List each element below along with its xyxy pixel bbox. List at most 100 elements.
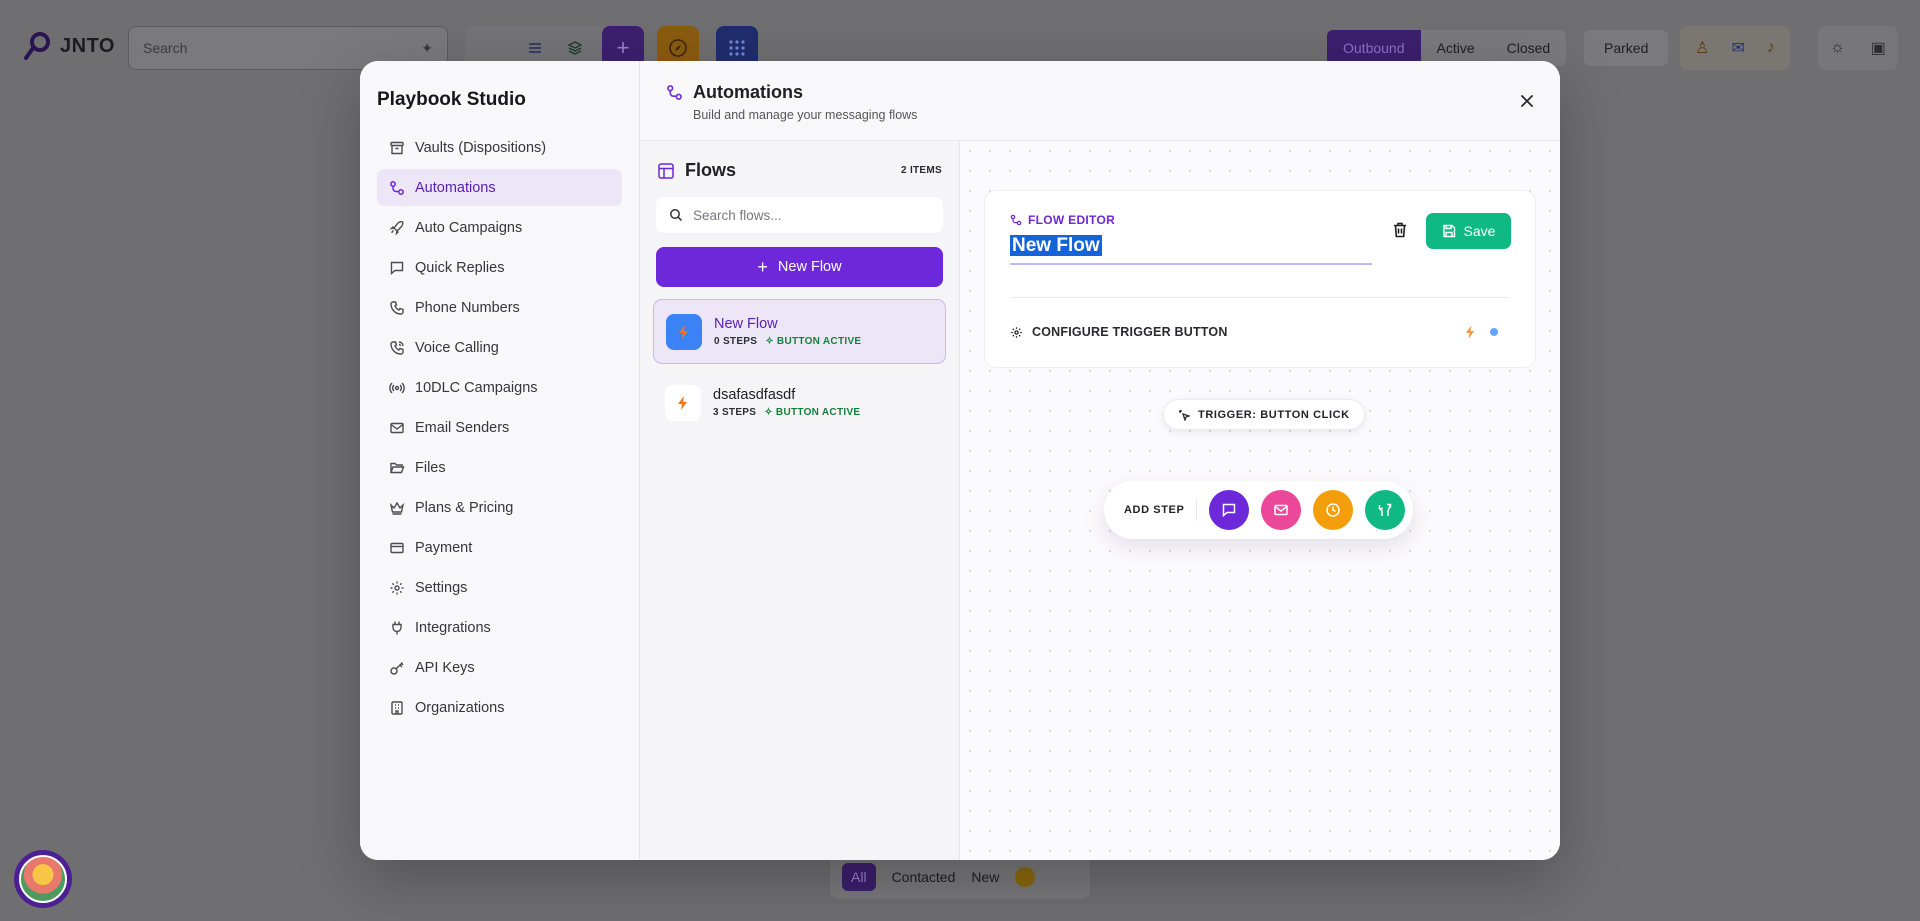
flow-editor-card: FLOW EDITOR New Flow Save CONFIGURE TRIG… (984, 190, 1536, 368)
sidebar-item-label: Payment (415, 539, 473, 556)
bottom-tab-new: New (971, 869, 1000, 885)
sidebar-item-email-senders[interactable]: Email Senders (377, 409, 622, 446)
sidebar-item-organizations[interactable]: Organizations (377, 689, 622, 726)
bottom-tab-contacted: Contacted (891, 869, 956, 885)
gear-icon (1011, 326, 1022, 338)
inbox-icon: ✉ (1731, 40, 1745, 57)
phone-call-icon (390, 340, 404, 355)
user-icon: ♙ (1695, 40, 1710, 57)
trash-icon[interactable] (1391, 221, 1409, 239)
sidebar-item-payment[interactable]: Payment (377, 529, 622, 566)
sidebar-item-plans-pricing[interactable]: Plans & Pricing (377, 489, 622, 526)
logo-icon (24, 32, 50, 60)
app-logo: JNTO (22, 30, 115, 62)
gift-icon: ▣ (1870, 40, 1886, 57)
flow-name: New Flow (714, 316, 778, 332)
lightning-icon (678, 395, 687, 410)
sidebar-item-vaults[interactable]: Vaults (Dispositions) (377, 129, 622, 166)
playbook-studio-modal: Playbook Studio Vaults (Dispositions) Au… (360, 61, 1560, 860)
automations-panel: Automations Build and manage your messag… (640, 61, 1560, 860)
flow-status: BUTTON ACTIVE (776, 336, 862, 347)
page-subtitle: Build and manage your messaging flows (693, 108, 918, 122)
flow-name-input[interactable]: New Flow (1010, 235, 1372, 265)
sidebar-item-settings[interactable]: Settings (377, 569, 622, 606)
flow-name: dsafasdfasdf (713, 387, 796, 403)
user-avatar (14, 850, 72, 908)
panel-header: Automations Build and manage your messag… (640, 61, 1560, 141)
flow-editor-label: FLOW EDITOR (1028, 213, 1116, 227)
sidebar-item-label: 10DLC Campaigns (415, 379, 538, 396)
sidebar-item-api-keys[interactable]: API Keys (377, 649, 622, 686)
bell-icon: ♪ (1766, 39, 1775, 56)
mail-icon (1274, 504, 1289, 516)
flow-list-item[interactable]: New Flow 0 STEPS ✧ BUTTON ACTIVE (653, 299, 946, 364)
gear-icon (390, 581, 404, 594)
crown-icon (389, 501, 405, 515)
flows-search-input[interactable]: Search flows... (656, 197, 943, 233)
flows-search-placeholder: Search flows... (693, 207, 782, 223)
workflow-icon (1010, 214, 1022, 226)
theme-toolbar: ☼ ▣ (1818, 26, 1898, 70)
sparkle-icon: ✧ (765, 336, 774, 347)
flow-canvas[interactable]: FLOW EDITOR New Flow Save CONFIGURE TRIG… (960, 141, 1560, 860)
new-flow-button[interactable]: + New Flow (656, 247, 943, 287)
message-square-icon (390, 261, 404, 275)
background-bottom-tabs: All Contacted New (830, 855, 1090, 899)
save-icon (1442, 224, 1455, 238)
trigger-node[interactable]: TRIGGER: BUTTON CLICK (1163, 399, 1365, 430)
sidebar-item-files[interactable]: Files (377, 449, 622, 486)
add-delay-step-button[interactable] (1313, 490, 1354, 530)
sidebar-item-label: Quick Replies (415, 259, 505, 276)
add-branch-step-button[interactable] (1365, 490, 1406, 530)
plus-icon: + (757, 257, 768, 277)
sidebar-item-10dlc-campaigns[interactable]: 10DLC Campaigns (377, 369, 622, 406)
sidebar-item-label: Auto Campaigns (415, 219, 523, 236)
logo-text: JNTO (60, 34, 115, 57)
flow-name-selected-text: New Flow (1010, 235, 1102, 256)
sliders-icon (529, 43, 541, 53)
sidebar-item-auto-campaigns[interactable]: Auto Campaigns (377, 209, 622, 246)
segment-parked: Parked (1604, 40, 1649, 56)
flow-list-item[interactable]: dsafasdfasdf 3 STEPS ✧ BUTTON ACTIVE (653, 370, 946, 435)
add-email-step-button[interactable] (1261, 490, 1302, 530)
flows-count-badge: 2 ITEMS (901, 165, 942, 176)
save-button[interactable]: Save (1426, 213, 1511, 249)
configure-trigger-button[interactable]: CONFIGURE TRIGGER BUTTON (1010, 325, 1228, 339)
flow-steps-count: 3 STEPS (713, 407, 757, 418)
sidebar-item-quick-replies[interactable]: Quick Replies (377, 249, 622, 286)
status-dot-icon (1015, 867, 1036, 887)
workflow-icon (390, 180, 404, 195)
sidebar-item-label: Vaults (Dispositions) (415, 139, 547, 156)
sidebar-item-label: Organizations (415, 699, 505, 716)
studio-sidebar: Playbook Studio Vaults (Dispositions) Au… (360, 61, 640, 860)
radio-icon (389, 382, 405, 393)
new-flow-button-label: New Flow (777, 259, 842, 275)
flows-title: Flows (685, 160, 737, 180)
sparkle-icon: ✦ (421, 39, 433, 56)
add-message-step-button[interactable] (1209, 490, 1250, 530)
phone-icon (390, 300, 404, 315)
bottom-tab-all: All (842, 863, 876, 891)
search-icon (670, 209, 683, 222)
close-icon[interactable] (1518, 92, 1536, 110)
sidebar-item-label: Email Senders (415, 419, 510, 436)
sidebar-item-label: Plans & Pricing (415, 499, 514, 516)
building-icon (391, 700, 403, 715)
sidebar-item-label: Integrations (415, 619, 491, 636)
sidebar-item-voice-calling[interactable]: Voice Calling (377, 329, 622, 366)
sidebar-item-label: Settings (415, 579, 468, 596)
trigger-label: TRIGGER: BUTTON CLICK (1198, 408, 1350, 421)
add-step-toolbar: ADD STEP (1104, 481, 1414, 539)
archive-icon (390, 141, 404, 154)
sun-icon: ☼ (1830, 39, 1845, 56)
status-dot-icon (1490, 328, 1498, 336)
sidebar-item-phone-numbers[interactable]: Phone Numbers (377, 289, 622, 326)
sidebar-item-automations[interactable]: Automations (377, 169, 622, 206)
sidebar-item-label: Voice Calling (415, 339, 499, 356)
sidebar-item-label: Phone Numbers (415, 299, 520, 316)
panel-body: Flows 2 ITEMS Search flows... + New Flow (640, 141, 1560, 860)
flow-type-badge (665, 384, 701, 421)
message-icon (1223, 503, 1236, 518)
sidebar-item-integrations[interactable]: Integrations (377, 609, 622, 646)
folder-open-icon (390, 462, 405, 473)
